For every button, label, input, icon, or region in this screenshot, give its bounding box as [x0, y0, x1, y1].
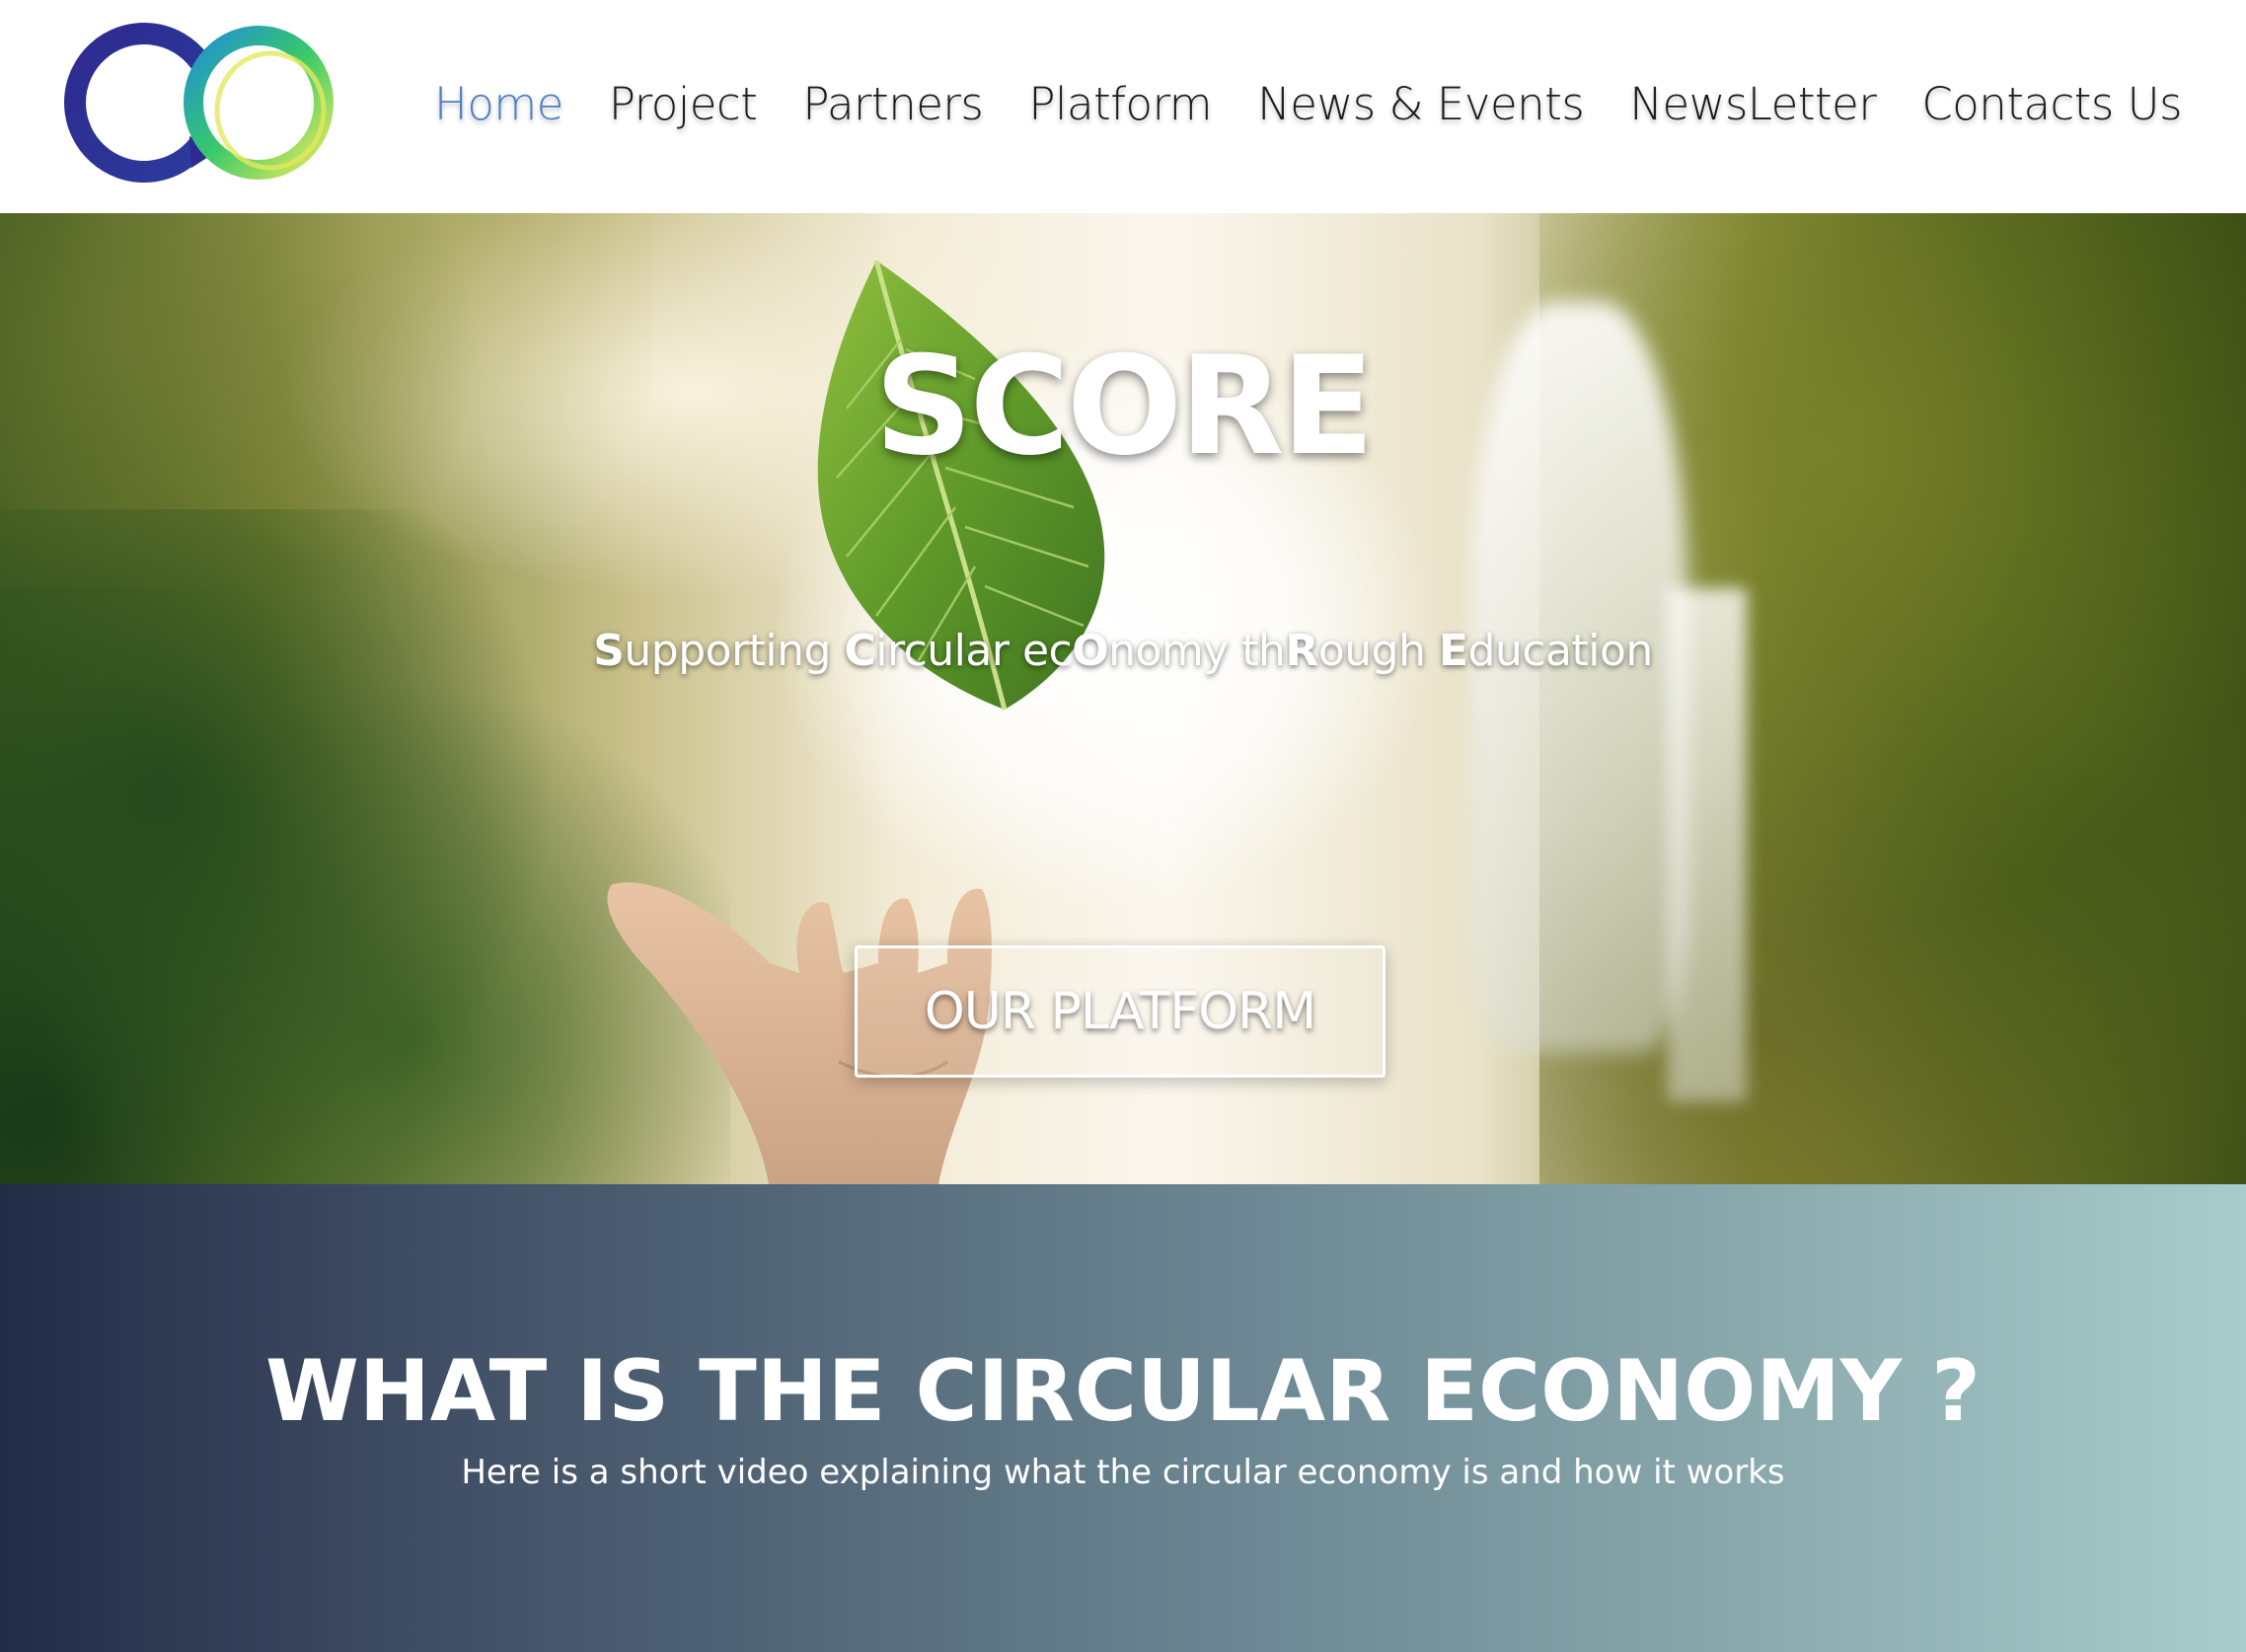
subtitle-initial: R — [1285, 626, 1318, 676]
nav-home[interactable]: Home — [434, 78, 563, 130]
hero-title: SCORE — [874, 327, 1375, 486]
subtitle-initial: C — [844, 626, 876, 676]
hero-subtitle: Supporting Circular ecOnomy thRough Educ… — [0, 626, 2246, 676]
section-title: WHAT IS THE CIRCULAR ECONOMY ? — [264, 1342, 1982, 1441]
nav-newsletter[interactable]: NewsLetter — [1629, 78, 1877, 130]
nav-partners[interactable]: Partners — [802, 78, 984, 130]
subtitle-initial: O — [1072, 626, 1109, 676]
subtitle-text: ough — [1317, 626, 1439, 676]
nav-news-events[interactable]: News & Events — [1257, 78, 1585, 130]
hero-banner: SCORE Supporting Circular ecOnomy thRoug… — [0, 213, 2246, 1184]
nav-project[interactable]: Project — [609, 78, 758, 130]
circular-economy-section: WHAT IS THE CIRCULAR ECONOMY ? Here is a… — [0, 1184, 2246, 1652]
main-nav: Home Project Partners Platform News & Ev… — [434, 69, 2183, 138]
subtitle-initial: E — [1438, 626, 1468, 676]
subtitle-text: ducation — [1467, 626, 1654, 676]
subtitle-text: ircular ec — [875, 626, 1073, 676]
nav-contacts[interactable]: Contacts Us — [1921, 78, 2182, 130]
section-subtitle: Here is a short video explaining what th… — [461, 1453, 1785, 1492]
nav-platform[interactable]: Platform — [1028, 78, 1212, 130]
site-header: Home Project Partners Platform News & Ev… — [0, 0, 2246, 213]
subtitle-text: upporting — [624, 626, 845, 676]
subtitle-initial: S — [593, 626, 625, 676]
our-platform-button[interactable]: OUR PLATFORM — [855, 945, 1385, 1078]
subtitle-text: nomy th — [1108, 626, 1286, 676]
score-logo[interactable] — [51, 20, 337, 186]
